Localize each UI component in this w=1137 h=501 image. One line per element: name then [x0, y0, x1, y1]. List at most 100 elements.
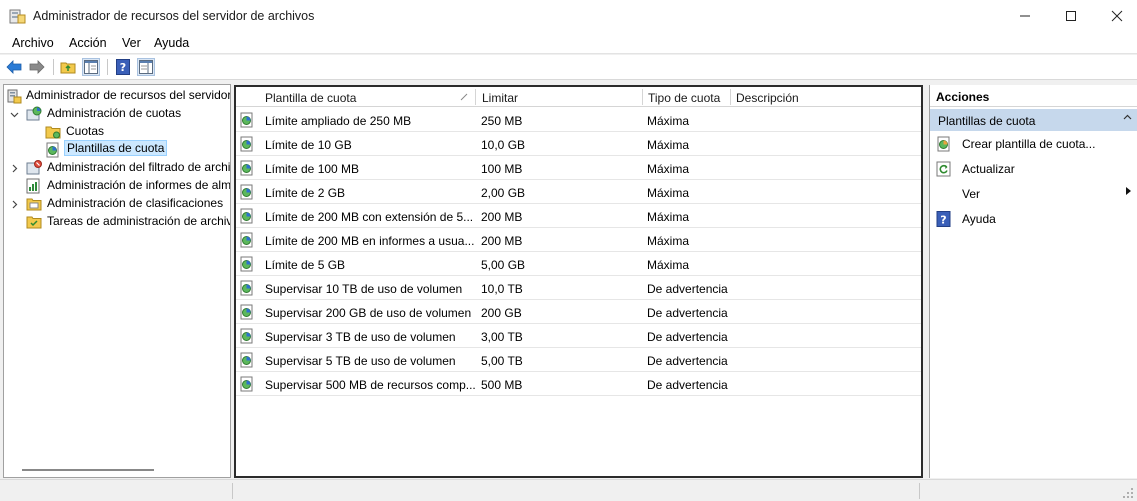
window-title: Administrador de recursos del servidor d…: [33, 9, 315, 23]
help-icon: ?: [116, 59, 130, 75]
tree-item-quota-management[interactable]: Administración de cuotas: [4, 105, 230, 123]
table-row[interactable]: Supervisar 10 TB de uso de volumen 10,0 T…: [236, 276, 921, 300]
tree-label: Administración del filtrado de archivos: [47, 160, 231, 174]
back-button[interactable]: [5, 58, 23, 76]
tree-item-quotas[interactable]: Cuotas: [4, 123, 230, 141]
table-row[interactable]: Supervisar 5 TB de uso de volumen 5,00 TB…: [236, 348, 921, 372]
cell-template-name: Límite de 200 MB en informes a usua...: [265, 234, 475, 248]
action-refresh[interactable]: Actualizar: [930, 158, 1137, 180]
menu-archivo[interactable]: Archivo: [12, 36, 54, 50]
menu-ayuda[interactable]: Ayuda: [154, 36, 189, 50]
cell-template-name: Supervisar 200 GB de uso de volumen: [265, 306, 472, 320]
actions-header: Acciones: [930, 85, 1137, 107]
column-header-template[interactable]: Plantilla de cuota: [265, 91, 356, 105]
tree-item-classifications[interactable]: Administración de clasificaciones: [4, 195, 230, 213]
up-folder-button[interactable]: [59, 58, 77, 76]
table-row[interactable]: Supervisar 500 MB de recursos comp... 500…: [236, 372, 921, 396]
cell-limit: 500 MB: [481, 378, 523, 392]
action-label: Actualizar: [962, 162, 1015, 176]
tree-item-quota-templates[interactable]: Plantillas de cuota: [4, 140, 230, 159]
tree-item-file-screening[interactable]: Administración del filtrado de archivos: [4, 159, 231, 177]
tree-item-root[interactable]: Administrador de recursos del servidor d…: [4, 87, 231, 105]
table-row[interactable]: Supervisar 200 GB de uso de volumen 200 G…: [236, 300, 921, 324]
cell-quota-type: Máxima: [647, 186, 690, 200]
quota-template-icon: [240, 232, 253, 248]
chevron-right-icon[interactable]: [9, 163, 19, 173]
cell-limit: 100 MB: [481, 162, 523, 176]
menu-bar: Archivo Acción Ver Ayuda: [0, 32, 1137, 54]
cell-limit: 5,00 GB: [481, 258, 526, 272]
refresh-icon: [936, 161, 951, 177]
cell-quota-type: De advertencia: [647, 354, 728, 368]
quota-template-icon: [240, 256, 253, 272]
column-header-description[interactable]: Descripción: [736, 91, 799, 105]
up-folder-icon: [60, 62, 76, 74]
cell-template-name: Límite de 200 MB con extensión de 5...: [265, 210, 474, 224]
cell-limit: 3,00 TB: [481, 330, 523, 344]
show-hide-tree-button[interactable]: [82, 58, 100, 76]
table-row[interactable]: Límite de 100 MB 100 MB Máxima: [236, 156, 921, 180]
tree-label: Administración de clasificaciones: [47, 196, 224, 210]
cell-quota-type: Máxima: [647, 114, 690, 128]
cell-limit: 10,0 TB: [481, 282, 523, 296]
navigation-tree[interactable]: Administrador de recursos del servidor d…: [3, 84, 231, 478]
table-row[interactable]: Límite de 5 GB 5,00 GB Máxima: [236, 252, 921, 276]
table-row[interactable]: Límite de 10 GB 10,0 GB Máxima: [236, 132, 921, 156]
chevron-up-icon[interactable]: [1123, 113, 1132, 122]
column-separator[interactable]: [475, 89, 476, 105]
column-separator[interactable]: [730, 89, 731, 105]
actions-title: Acciones: [936, 90, 990, 104]
help-button[interactable]: ?: [114, 58, 132, 76]
svg-text:?: ?: [940, 214, 946, 227]
table-row[interactable]: Límite de 200 MB con extensión de 5... 20…: [236, 204, 921, 228]
tree-label: Plantillas de cuota: [64, 140, 168, 156]
tree-horizontal-scrollbar[interactable]: [22, 469, 154, 471]
table-row[interactable]: Límite de 2 GB 2,00 GB Máxima: [236, 180, 921, 204]
cell-quota-type: De advertencia: [647, 282, 728, 296]
actions-section-header[interactable]: Plantillas de cuota: [930, 109, 1137, 131]
forward-button[interactable]: [28, 58, 46, 76]
status-separator: [919, 483, 920, 499]
maximize-button[interactable]: [1048, 0, 1094, 32]
quota-template-icon: [46, 142, 59, 158]
column-header-limit[interactable]: Limitar: [482, 91, 518, 105]
cell-template-name: Límite ampliado de 250 MB: [265, 114, 412, 128]
table-row[interactable]: Supervisar 3 TB de uso de volumen 3,00 TB…: [236, 324, 921, 348]
create-template-icon: [937, 136, 950, 152]
cell-template-name: Límite de 10 GB: [265, 138, 352, 152]
cell-quota-type: Máxima: [647, 234, 690, 248]
action-help[interactable]: ? Ayuda: [930, 208, 1137, 230]
close-button[interactable]: [1094, 0, 1137, 32]
show-hide-action-pane-button[interactable]: [137, 58, 155, 76]
minimize-button[interactable]: [1002, 0, 1048, 32]
quota-template-icon: [240, 352, 253, 368]
table-row[interactable]: Límite ampliado de 250 MB 250 MB Máxima: [236, 108, 921, 132]
maximize-icon: [1066, 11, 1076, 21]
show-hide-tree-icon: [84, 60, 98, 74]
toolbar-separator: [107, 59, 108, 75]
quota-template-icon: [240, 328, 253, 344]
cell-quota-type: De advertencia: [647, 330, 728, 344]
quota-template-icon: [240, 304, 253, 320]
column-header-type[interactable]: Tipo de cuota: [648, 91, 720, 105]
show-hide-action-pane-icon: [139, 60, 153, 74]
actions-section-title: Plantillas de cuota: [938, 114, 1036, 128]
tree-item-storage-reports[interactable]: Administración de informes de almacenami…: [4, 177, 231, 195]
tree-label: Administrador de recursos del servidor d…: [26, 88, 231, 102]
quota-templates-list[interactable]: Plantilla de cuota Limitar Tipo de cuota…: [234, 85, 923, 478]
chevron-down-icon[interactable]: [9, 109, 19, 119]
menu-ver[interactable]: Ver: [122, 36, 141, 50]
quota-management-icon: [26, 106, 42, 121]
tree-label: Administración de informes de almacenami…: [47, 178, 231, 192]
action-view[interactable]: Ver: [930, 183, 1137, 205]
tree-item-file-tasks[interactable]: Tareas de administración de archivos: [4, 213, 230, 231]
cell-limit: 250 MB: [481, 114, 523, 128]
menu-accion[interactable]: Acción: [69, 36, 107, 50]
table-row[interactable]: Límite de 200 MB en informes a usua... 20…: [236, 228, 921, 252]
list-header: Plantilla de cuota Limitar Tipo de cuota…: [236, 87, 921, 107]
resize-grip-icon[interactable]: [1122, 487, 1134, 499]
column-separator[interactable]: [642, 89, 643, 105]
cell-template-name: Límite de 100 MB: [265, 162, 360, 176]
action-create-template[interactable]: Crear plantilla de cuota...: [930, 133, 1137, 155]
chevron-right-icon[interactable]: [9, 199, 19, 209]
